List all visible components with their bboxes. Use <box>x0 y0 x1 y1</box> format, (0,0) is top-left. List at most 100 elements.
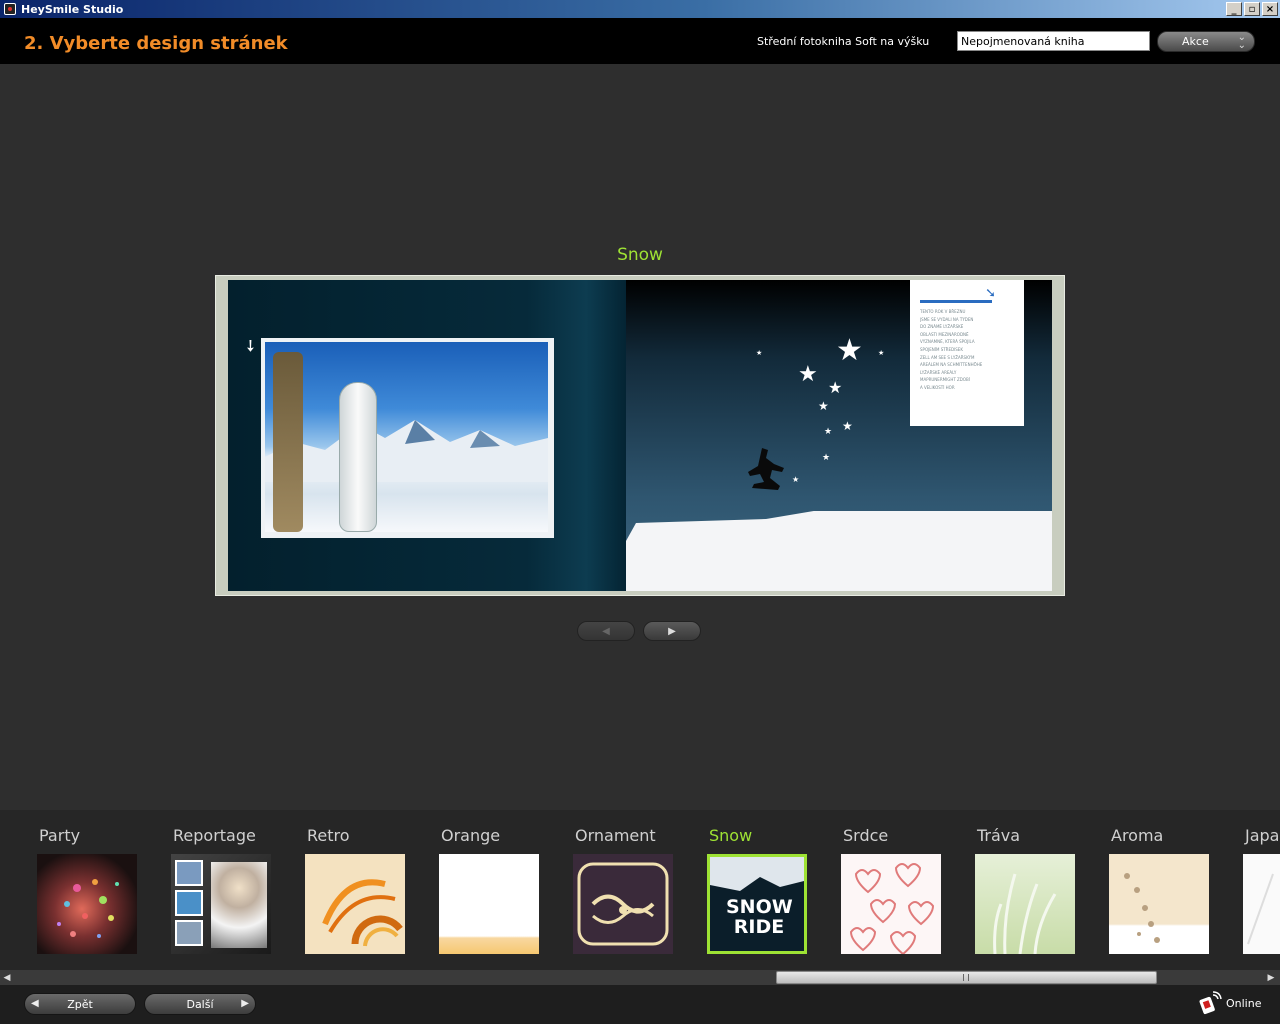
book-spread: ➘ ★ ★ ★ ★ ★ ★ ★ ★ ★ ★ ➘ TENTO ROK V BŘEZ… <box>228 280 1052 591</box>
minimize-button[interactable]: _ <box>1226 2 1242 16</box>
previous-spread-button[interactable]: ◀ <box>577 621 635 641</box>
product-name: Střední fotokniha Soft na výšku <box>757 35 930 48</box>
page-heading: 2. Vyberte design stránek <box>24 33 288 54</box>
theme-thumbnail[interactable] <box>171 854 271 954</box>
snow-ride-text: SNOW RIDE <box>726 896 793 938</box>
portrait-photo <box>211 862 267 948</box>
scrollbar-thumb[interactable] <box>776 971 1157 984</box>
text-line: DO ZNÁMÉ LYŽAŘSKÉ <box>920 324 964 330</box>
right-page: ★ ★ ★ ★ ★ ★ ★ ★ ★ ★ TENTO ROK V BŘEZNU J… <box>626 280 1052 591</box>
design-title: Snow <box>617 245 663 265</box>
online-status[interactable]: Online <box>1198 991 1261 1015</box>
text-line: LYŽAŘSKÉ AREÁLY <box>920 369 957 375</box>
arrow-icon: ➘ <box>239 334 263 357</box>
theme-thumbnail[interactable] <box>573 854 673 954</box>
back-button[interactable]: ◀ Zpět <box>24 993 136 1015</box>
app-icon <box>4 3 16 15</box>
theme-thumbnail[interactable] <box>975 854 1075 954</box>
japa-illustration <box>1247 873 1274 945</box>
text-line: JSME SE VYDALI NA TÝDEN <box>920 316 974 322</box>
text-line: SPOJENÍM STŘEDISEK <box>920 346 963 352</box>
text-box: TENTO ROK V BŘEZNU JSME SE VYDALI NA TÝD… <box>910 280 1024 426</box>
theme-label: Reportage <box>173 826 256 845</box>
mountains-illustration <box>265 420 548 482</box>
star-icon: ★ <box>836 333 863 368</box>
mini-photo <box>175 890 203 916</box>
back-label: Zpět <box>67 997 93 1011</box>
theme-scrollbar[interactable]: ◀ ▶ <box>0 970 1280 985</box>
theme-thumbnail[interactable] <box>841 854 941 954</box>
text-line: TENTO ROK V BŘEZNU <box>920 309 966 314</box>
person-figure <box>273 352 303 532</box>
theme-label: Japa <box>1245 826 1280 845</box>
theme-item-srdce[interactable]: Srdce <box>841 826 961 966</box>
next-spread-button[interactable]: ▶ <box>643 621 701 641</box>
hearts-illustration <box>849 863 935 954</box>
theme-thumbnail[interactable] <box>37 854 137 954</box>
star-icon: ★ <box>798 362 818 387</box>
spread-pager: ◀ ▶ <box>577 621 701 641</box>
text-box-accent-bar <box>920 286 996 303</box>
confetti-illustration <box>57 879 119 938</box>
star-icon: ★ <box>756 349 763 357</box>
theme-label: Aroma <box>1111 826 1164 845</box>
actions-label: Akce <box>1182 35 1209 48</box>
text-line: MAPRUNERMIGHT ZDOBÍ <box>920 377 970 383</box>
next-label: Další <box>186 997 214 1011</box>
theme-item-aroma[interactable]: Aroma <box>1109 826 1229 966</box>
online-label: Online <box>1226 996 1262 1010</box>
scrollbar-grip-icon <box>963 974 969 981</box>
theme-label: Srdce <box>843 826 889 845</box>
theme-thumbnail[interactable] <box>1109 854 1209 954</box>
star-icon: ★ <box>822 453 831 463</box>
scroll-right-arrow-icon[interactable]: ▶ <box>1264 970 1278 985</box>
star-icon: ★ <box>818 399 829 413</box>
actions-dropdown[interactable]: Akce ⌄ ⌄ <box>1157 31 1255 52</box>
theme-thumbnail[interactable] <box>305 854 405 954</box>
text-line: AREÁLEM NA SCHMITTENHÖHE <box>920 362 983 368</box>
window-title: HeySmile Studio <box>21 2 124 16</box>
ornament-illustration <box>577 862 669 946</box>
theme-strip: Party Reportage Retro Orange Ornament Sn… <box>0 810 1280 970</box>
next-button[interactable]: Další ▶ <box>144 993 256 1015</box>
snowboard-figure <box>339 382 377 532</box>
theme-thumbnail[interactable] <box>439 854 539 954</box>
main-preview-area: Snow ➘ ★ ★ ★ ★ ★ ★ ★ ★ ★ ★ ➘ TENTO ROK V… <box>0 64 1280 810</box>
theme-list: Party Reportage Retro Orange Ornament Sn… <box>0 810 1280 970</box>
snowboard-photo <box>265 342 548 532</box>
online-phone-icon <box>1199 991 1222 1015</box>
swirl-illustration <box>322 879 403 947</box>
triangle-left-icon: ◀ <box>31 998 39 1009</box>
photo-frame <box>261 338 554 538</box>
left-page: ➘ <box>228 280 626 591</box>
scroll-left-arrow-icon[interactable]: ◀ <box>0 970 14 985</box>
snow-slope <box>626 511 1052 591</box>
theme-item-trava[interactable]: Tráva <box>975 826 1095 966</box>
text-line: ZELL AM SEE S LYŽAŘSKÝM <box>920 354 975 360</box>
snowboarder-silhouette <box>748 448 784 490</box>
close-button[interactable]: × <box>1262 2 1278 16</box>
window-controls: _ ▫ × <box>1224 2 1278 16</box>
mini-photo <box>175 860 203 886</box>
theme-item-japa[interactable]: Japa <box>1243 826 1280 966</box>
theme-item-ornament[interactable]: Ornament <box>573 826 693 966</box>
theme-thumbnail[interactable] <box>1243 854 1280 954</box>
theme-label: Snow <box>709 826 753 845</box>
book-name-input[interactable] <box>957 31 1150 51</box>
theme-item-reportage[interactable]: Reportage <box>171 826 291 966</box>
theme-thumbnail[interactable]: SNOW RIDE <box>707 854 807 954</box>
theme-item-orange[interactable]: Orange <box>439 826 559 966</box>
theme-item-snow[interactable]: Snow SNOW RIDE <box>707 826 827 966</box>
theme-item-retro[interactable]: Retro <box>305 826 425 966</box>
star-icon: ★ <box>824 427 833 437</box>
title-bar: HeySmile Studio _ ▫ × <box>0 0 1280 18</box>
theme-label: Tráva <box>977 826 1021 845</box>
theme-label: Retro <box>307 826 350 845</box>
theme-label: Orange <box>441 826 501 845</box>
star-icon: ★ <box>878 349 885 357</box>
star-icon: ★ <box>828 378 843 397</box>
text-line: A VELIKOSTÍ HOR <box>920 384 955 390</box>
theme-item-party[interactable]: Party <box>37 826 157 966</box>
restore-button[interactable]: ▫ <box>1244 2 1260 16</box>
mini-photo <box>175 920 203 946</box>
